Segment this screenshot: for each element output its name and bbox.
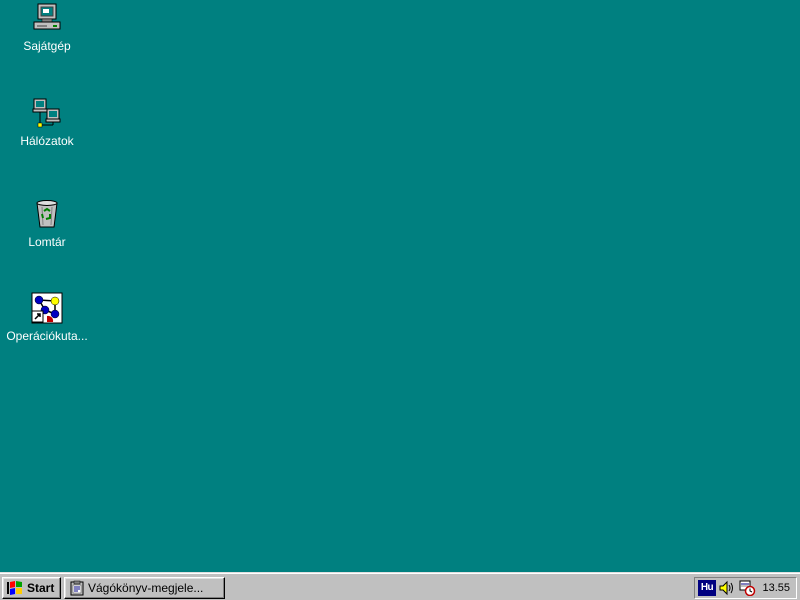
my-computer-icon (33, 3, 61, 30)
windows-logo-icon (7, 581, 22, 595)
start-button[interactable]: Start (2, 577, 61, 599)
taskbar-window-button[interactable]: Vágókönyv-megjele... (64, 577, 225, 599)
desktop-icon-label: Sajátgép (23, 39, 71, 53)
desktop-icon-label: Operációkuta... (6, 329, 88, 343)
network-neighborhood-icon (32, 98, 61, 128)
language-indicator[interactable]: Hu (698, 580, 716, 596)
recycle-bin-icon (36, 200, 58, 228)
task-scheduler-icon[interactable] (738, 580, 756, 596)
taskbar: Start Vágókönyv-megjele... Hu 13.55 (0, 572, 800, 600)
application-shortcut-icon (31, 292, 63, 324)
desktop-icon-label: Lomtár (28, 235, 66, 249)
desktop[interactable]: Sajátgép Hálózatok Lomtár Operációkuta..… (0, 0, 800, 572)
taskbar-window-label: Vágókönyv-megjele... (88, 581, 204, 595)
start-label: Start (27, 581, 55, 595)
desktop-icon-network[interactable]: Hálózatok (0, 97, 94, 171)
desktop-icon-application-shortcut[interactable]: Operációkuta... (0, 292, 94, 366)
desktop-icon-my-computer[interactable]: Sajátgép (0, 2, 94, 76)
desktop-icon-recycle-bin[interactable]: Lomtár (0, 198, 94, 272)
system-tray: Hu 13.55 (694, 577, 797, 599)
clipboard-viewer-icon (70, 580, 84, 596)
speaker-icon[interactable] (718, 580, 736, 596)
clock[interactable]: 13.55 (762, 582, 790, 594)
desktop-icon-label: Hálózatok (20, 134, 74, 148)
